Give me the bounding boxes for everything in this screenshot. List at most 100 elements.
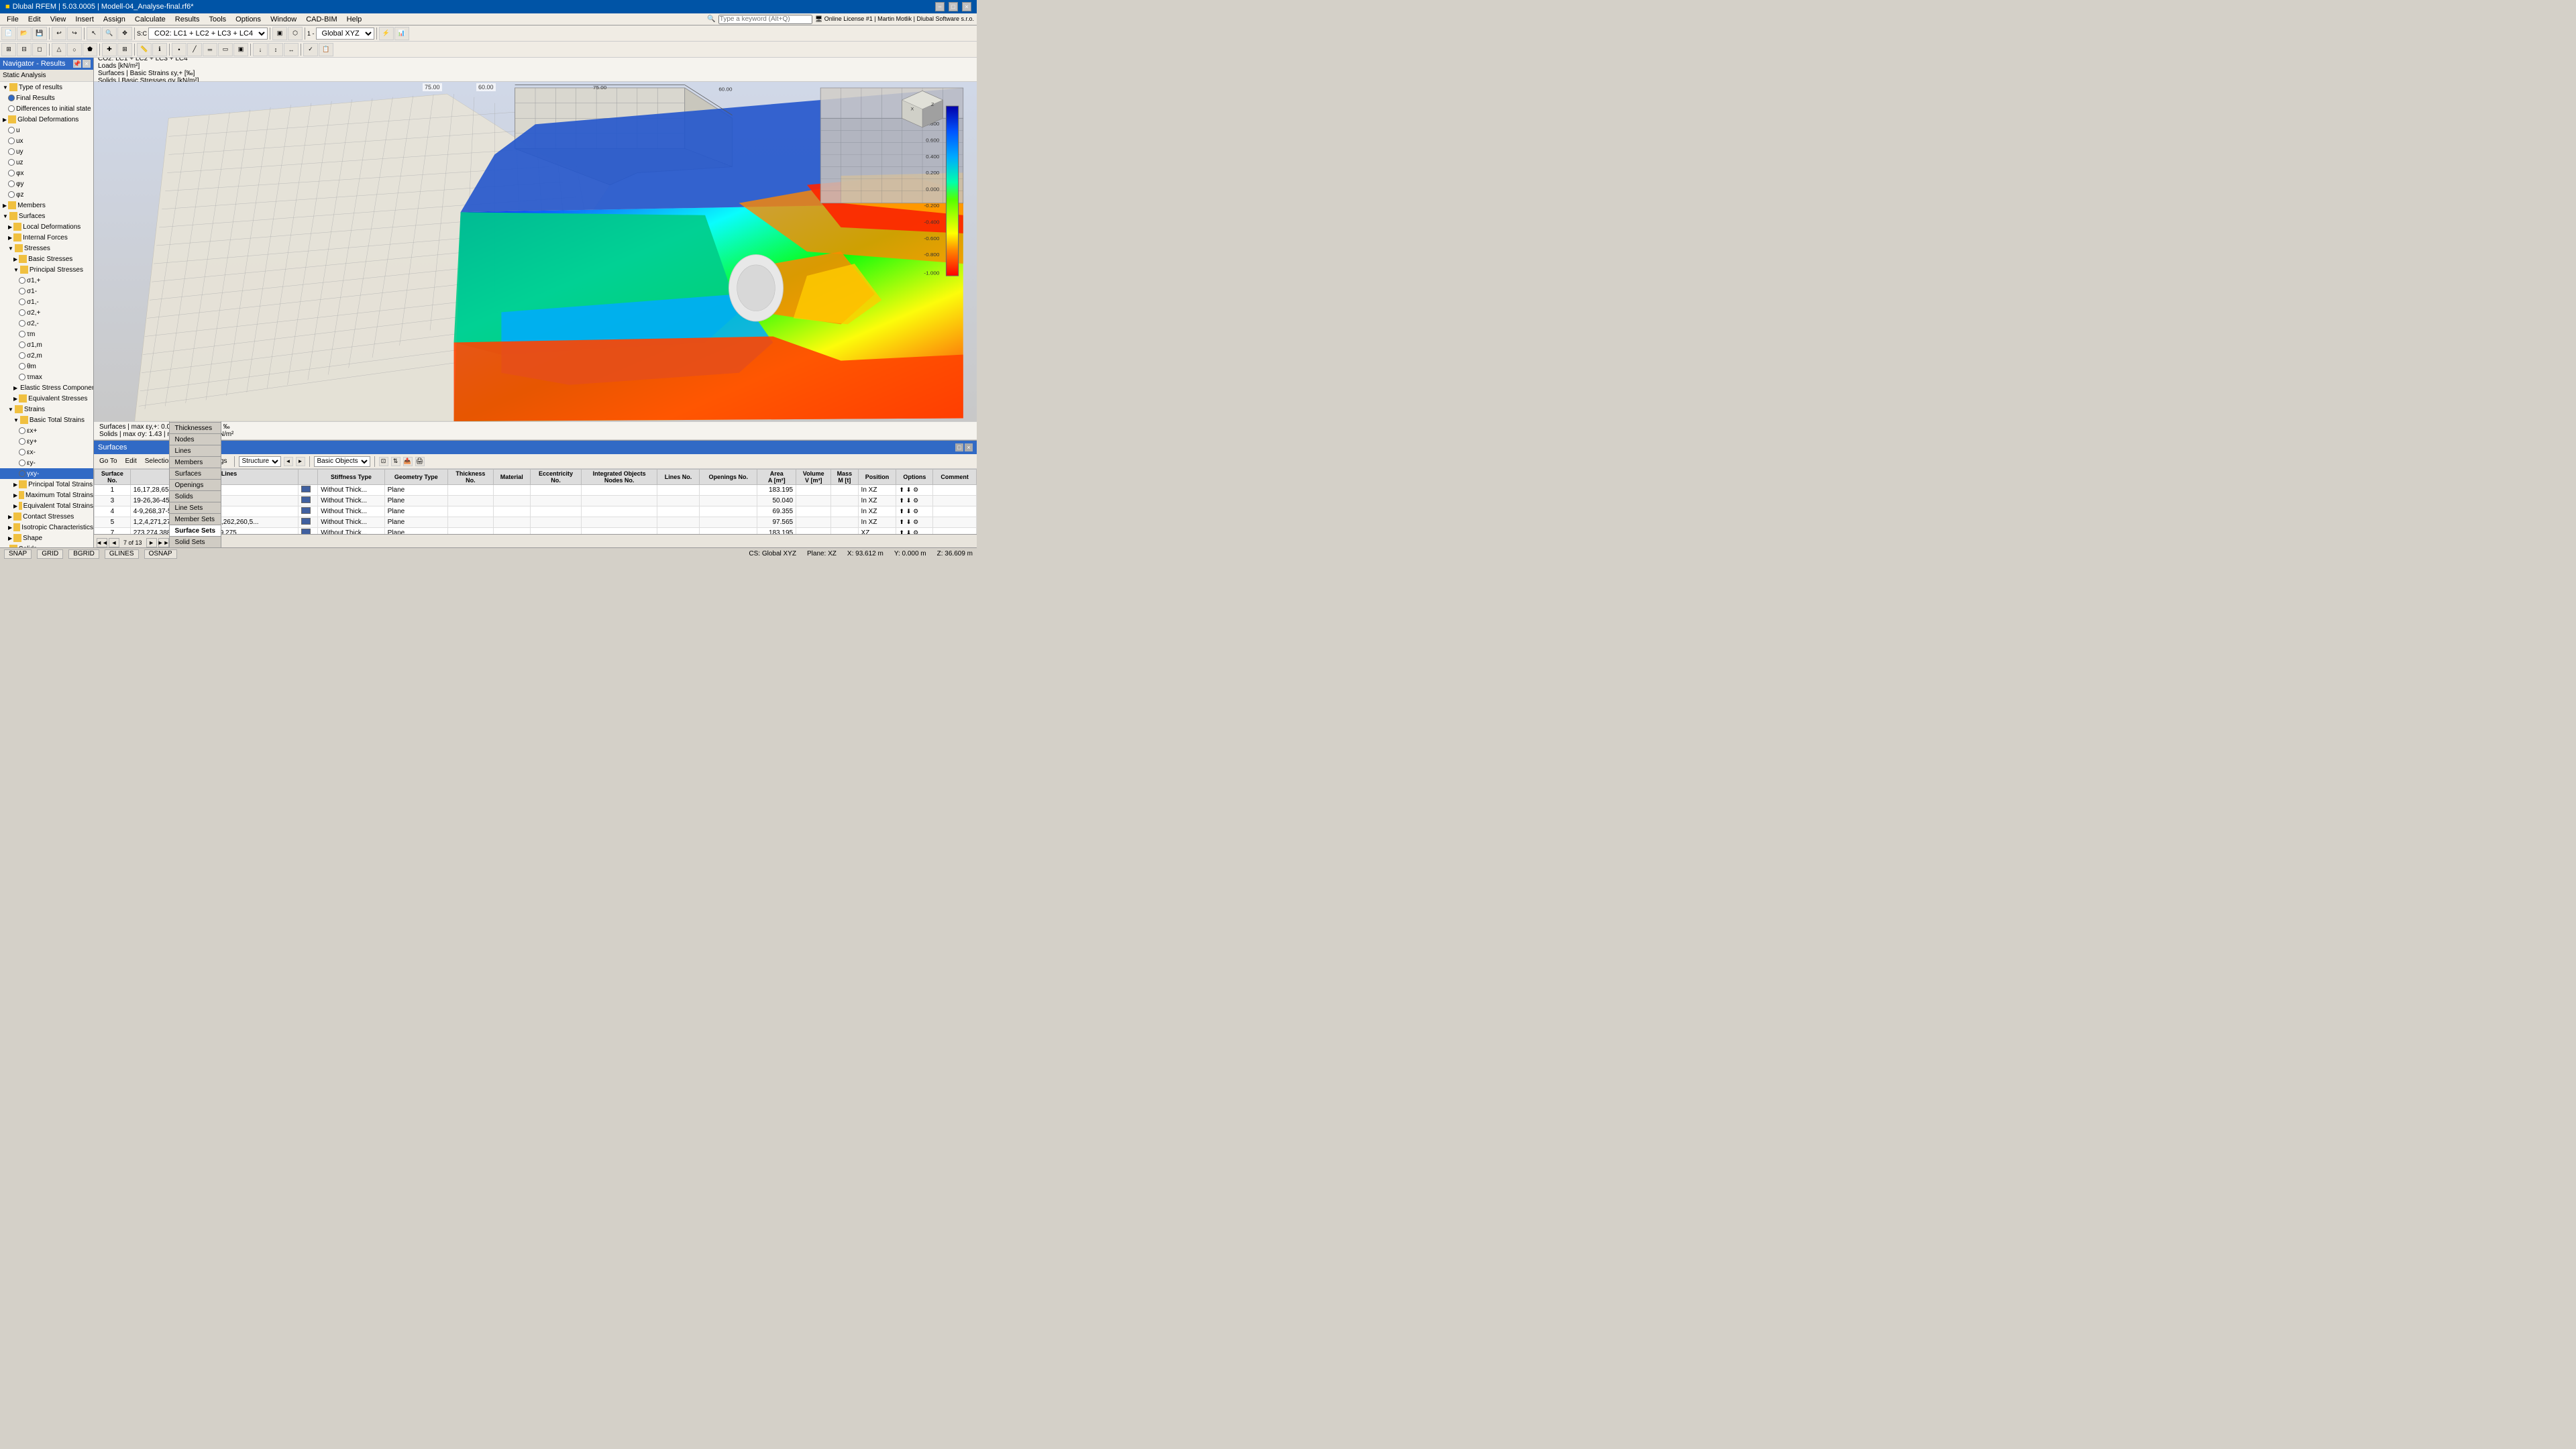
- tb2-info[interactable]: ℹ: [152, 43, 167, 56]
- nav-epsy-plus[interactable]: εy+: [0, 436, 93, 447]
- export-btn[interactable]: 📤: [403, 457, 413, 466]
- nav-sigma1-[interactable]: σ1-: [0, 286, 93, 297]
- menu-cad-bim[interactable]: CAD-BIM: [302, 15, 341, 24]
- nav-phiy[interactable]: φy: [0, 178, 93, 189]
- nav-sigma2plus[interactable]: σ2,+: [0, 307, 93, 318]
- menu-options[interactable]: Options: [231, 15, 265, 24]
- close-button[interactable]: ×: [962, 2, 971, 11]
- filter-btn[interactable]: ⊡: [379, 457, 388, 466]
- tb2-btn1[interactable]: ⊞: [1, 43, 16, 56]
- tab-member-sets[interactable]: Member Sets: [169, 513, 222, 525]
- nav-equiv-total-strains[interactable]: ▶ Equivalent Total Strains: [0, 500, 93, 511]
- tb2-node[interactable]: •: [172, 43, 186, 56]
- nav-equiv-stresses[interactable]: ▶ Equivalent Stresses: [0, 393, 93, 404]
- menu-results[interactable]: Results: [171, 15, 204, 24]
- tb2-report[interactable]: 📋: [319, 43, 333, 56]
- grid-btn[interactable]: ⊞: [117, 43, 132, 56]
- nav-sigma1minus[interactable]: σ1,-: [0, 297, 93, 307]
- nav-internal-forces[interactable]: ▶ Internal Forces: [0, 232, 93, 243]
- render-btn[interactable]: ▣: [272, 27, 287, 40]
- page-prev-btn[interactable]: ◄: [109, 538, 119, 547]
- results-edit[interactable]: Edit: [123, 457, 140, 466]
- nav-basic-total-strains[interactable]: ▼ Basic Total Strains: [0, 415, 93, 425]
- nav-shape[interactable]: ▶ Shape: [0, 533, 93, 543]
- table-row[interactable]: 5 1,2,4,271,270,65,28-31,66,69,262,260,5…: [95, 517, 977, 528]
- nav-epsy-minus[interactable]: εy-: [0, 458, 93, 468]
- menu-insert[interactable]: Insert: [71, 15, 98, 24]
- menu-tools[interactable]: Tools: [205, 15, 230, 24]
- nav-surfaces-folder[interactable]: ▼ Surfaces: [0, 211, 93, 221]
- nav-diff-initial[interactable]: Differences to initial state: [0, 103, 93, 114]
- nav-phiz[interactable]: φz: [0, 189, 93, 200]
- nav-strains[interactable]: ▼ Strains: [0, 404, 93, 415]
- nav-global-def[interactable]: ▶ Global Deformations: [0, 114, 93, 125]
- tb2-btn3[interactable]: ◻: [32, 43, 47, 56]
- nav-ux[interactable]: ux: [0, 136, 93, 146]
- tb2-member[interactable]: ═: [203, 43, 217, 56]
- nav-u[interactable]: u: [0, 125, 93, 136]
- tb2-measure[interactable]: 📏: [137, 43, 152, 56]
- tab-nodes[interactable]: Nodes: [169, 433, 222, 445]
- page-next-btn[interactable]: ►: [146, 538, 157, 547]
- tb2-btn5[interactable]: ○: [67, 43, 82, 56]
- nav-tau-m[interactable]: τm: [0, 329, 93, 339]
- tb2-line[interactable]: ╱: [187, 43, 202, 56]
- menu-calculate[interactable]: Calculate: [131, 15, 170, 24]
- nav-sigma1m[interactable]: σ1,m: [0, 339, 93, 350]
- view-dropdown[interactable]: Global XYZ: [316, 28, 374, 40]
- menu-file[interactable]: File: [3, 15, 23, 24]
- glines-button[interactable]: GLINES: [105, 549, 139, 559]
- print-btn[interactable]: 🖨: [415, 457, 425, 466]
- nav-phix[interactable]: φx: [0, 168, 93, 178]
- maximize-button[interactable]: □: [949, 2, 958, 11]
- tb2-check[interactable]: ✓: [303, 43, 318, 56]
- nav-max-total-strains[interactable]: ▶ Maximum Total Strains: [0, 490, 93, 500]
- nav-sigma2minus[interactable]: σ2,-: [0, 318, 93, 329]
- search-input[interactable]: [718, 15, 812, 24]
- table-row[interactable]: 1 16,17,28,65-47,18 Without Thick... Pla…: [95, 485, 977, 496]
- open-btn[interactable]: 📂: [17, 27, 32, 40]
- nav-sigma1plus[interactable]: σ1,+: [0, 275, 93, 286]
- tab-solids[interactable]: Solids: [169, 490, 222, 502]
- wireframe-btn[interactable]: ⬡: [288, 27, 303, 40]
- struct-prev-btn[interactable]: ◄: [284, 457, 293, 466]
- nav-contact-stresses[interactable]: ▶ Contact Stresses: [0, 511, 93, 522]
- tab-lines[interactable]: Lines: [169, 445, 222, 456]
- results-maximize-btn[interactable]: □: [955, 443, 963, 451]
- nav-type-results[interactable]: ▼ Type of results: [0, 82, 93, 93]
- nav-stresses[interactable]: ▼ Stresses: [0, 243, 93, 254]
- results-goto[interactable]: Go To: [97, 457, 120, 466]
- minimize-button[interactable]: −: [935, 2, 945, 11]
- undo-btn[interactable]: ↩: [52, 27, 66, 40]
- calc-btn[interactable]: ⚡: [379, 27, 394, 40]
- tb2-load1[interactable]: ↓: [253, 43, 268, 56]
- nav-principal-stresses[interactable]: ▼ Principal Stresses: [0, 264, 93, 275]
- nav-pin-btn[interactable]: 📌: [73, 60, 81, 68]
- tb2-btn6[interactable]: ⬟: [83, 43, 97, 56]
- tb2-btn4[interactable]: △: [52, 43, 66, 56]
- bgrid-button[interactable]: BGRID: [68, 549, 99, 559]
- table-row[interactable]: 3 19-26,36-45,27 Without Thick... Plane …: [95, 496, 977, 506]
- nav-basic-stresses[interactable]: ▶ Basic Stresses: [0, 254, 93, 264]
- menu-view[interactable]: View: [46, 15, 70, 24]
- table-row[interactable]: 7 273,274,388,403-397,470-459,275 Withou…: [95, 528, 977, 535]
- zoom-btn[interactable]: 🔍: [102, 27, 117, 40]
- nav-uy[interactable]: uy: [0, 146, 93, 157]
- nav-local-def[interactable]: ▶ Local Deformations: [0, 221, 93, 232]
- sort-btn[interactable]: ⇅: [391, 457, 400, 466]
- tb2-load2[interactable]: ↕: [268, 43, 283, 56]
- nav-principal-total-strains[interactable]: ▶ Principal Total Strains: [0, 479, 93, 490]
- table-row[interactable]: 4 4-9,268,37-58,270 Without Thick... Pla…: [95, 506, 977, 517]
- new-btn[interactable]: 📄: [1, 27, 16, 40]
- nav-epsx-minus[interactable]: εx-: [0, 447, 93, 458]
- nav-final-results[interactable]: Final Results: [0, 93, 93, 103]
- viewport-3d[interactable]: 1.000 0.800 0.600 0.400 0.200 0.000 -0.2…: [94, 82, 977, 421]
- pan-btn[interactable]: ✥: [117, 27, 132, 40]
- grid-button[interactable]: GRID: [37, 549, 63, 559]
- nav-close-btn[interactable]: ×: [83, 60, 91, 68]
- nav-isotropic[interactable]: ▶ Isotropic Characteristics: [0, 522, 93, 533]
- results-btn[interactable]: 📊: [394, 27, 409, 40]
- tab-line-sets[interactable]: Line Sets: [169, 502, 222, 513]
- nav-uz[interactable]: uz: [0, 157, 93, 168]
- snap-btn[interactable]: ✚: [102, 43, 117, 56]
